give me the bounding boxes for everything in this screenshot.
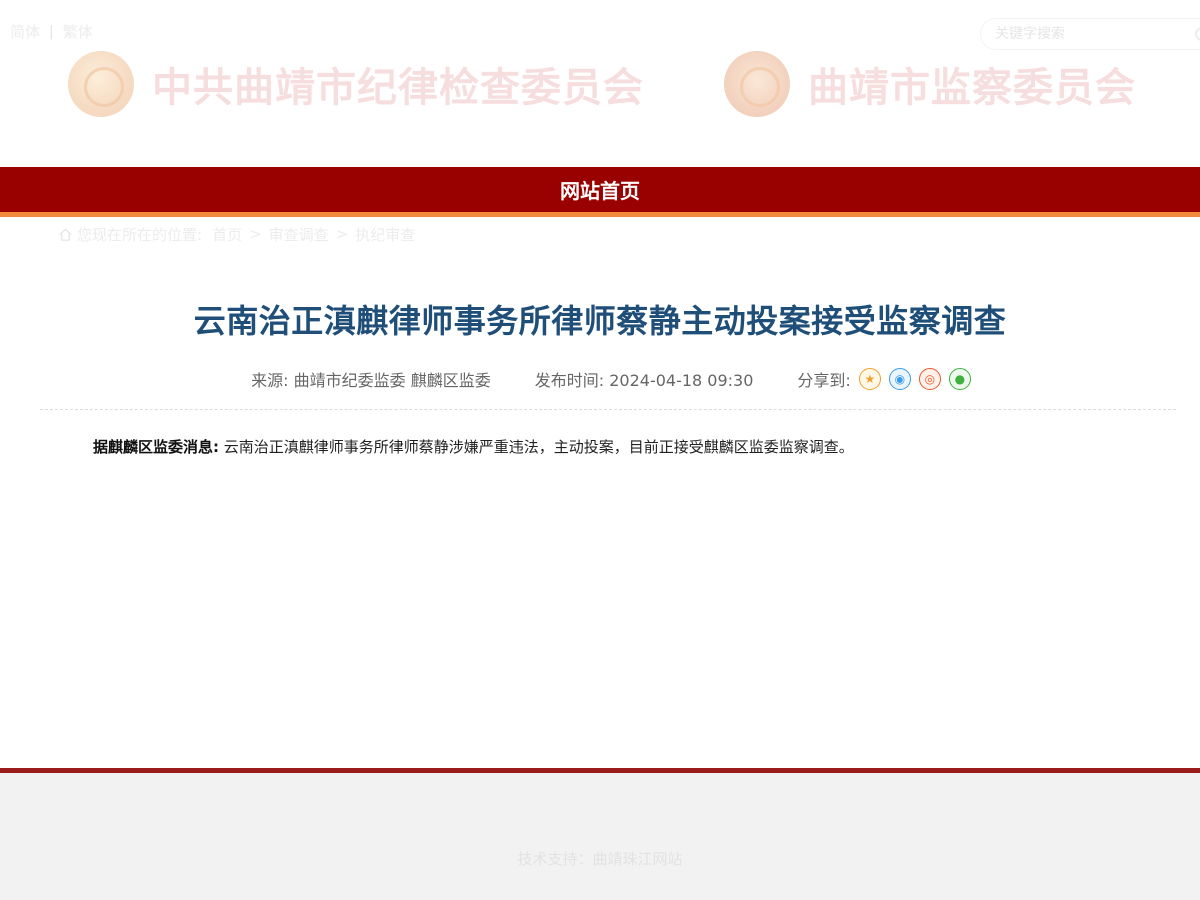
article-lead: 据麒麟区监委消息:	[93, 438, 219, 456]
lang-separator: |	[49, 23, 54, 40]
site-header: 简体 | 繁体 中共曲靖市纪律检查委员会 曲靖市监察委员会	[0, 0, 1200, 167]
party-emblem-icon	[68, 51, 134, 117]
party-commission-name: 中共曲靖市纪律检查委员会	[152, 64, 644, 111]
lang-simplified-link[interactable]: 简体	[10, 21, 40, 42]
language-switch: 简体 | 繁体	[10, 21, 93, 42]
home-icon	[59, 227, 72, 241]
lang-traditional-link[interactable]: 繁体	[63, 21, 93, 42]
breadcrumb-prefix: 您现在所在的位置:	[77, 225, 203, 244]
breadcrumb-separator: >	[249, 225, 262, 243]
article-publish-time: 发布时间: 2024-04-18 09:30	[534, 371, 754, 390]
share-label: 分享到:	[797, 371, 851, 390]
site-footer: 技术支持：曲靖珠江网站	[0, 773, 1200, 900]
share-bar: 分享到: ★ ◉ ◎ ●	[797, 367, 971, 391]
breadcrumb: 您现在所在的位置: 首页 > 审查调查 > 执纪审查	[58, 224, 415, 244]
nav-accent-line	[0, 212, 1200, 217]
breadcrumb-separator: >	[335, 225, 349, 243]
article-title: 云南治正滇麒律师事务所律师蔡静主动投案接受监察调查	[193, 302, 1007, 340]
meta-divider	[40, 409, 1176, 410]
footer-tech-support: 技术支持：曲靖珠江网站	[517, 850, 683, 868]
article-meta: 来源: 曲靖市纪委监委 麒麟区监委 发布时间: 2024-04-18 09:30…	[0, 366, 1200, 392]
article-body: 据麒麟区监委消息: 云南治正滇麒律师事务所律师蔡静涉嫌严重违法，主动投案，目前正…	[93, 436, 1113, 458]
qq-icon[interactable]: ◉	[888, 368, 911, 390]
party-commission-logo[interactable]: 中共曲靖市纪律检查委员会	[68, 46, 644, 122]
search-input[interactable]	[995, 26, 1175, 42]
wechat-icon[interactable]: ●	[948, 368, 971, 390]
supervision-commission-name: 曲靖市监察委员会	[808, 64, 1136, 111]
supervision-commission-logo[interactable]: 曲靖市监察委员会	[724, 46, 1136, 122]
article-source: 来源: 曲靖市纪委监委 麒麟区监委	[251, 371, 491, 390]
weibo-icon[interactable]: ◎	[918, 368, 941, 390]
main-nav: 网站首页	[0, 167, 1200, 212]
breadcrumb-investigation[interactable]: 审查调查	[269, 224, 329, 245]
nav-home-link[interactable]: 网站首页	[560, 175, 640, 204]
breadcrumb-home[interactable]: 首页	[212, 224, 242, 245]
star-icon[interactable]: ★	[858, 368, 881, 390]
article-text: 云南治正滇麒律师事务所律师蔡静涉嫌严重违法，主动投案，目前正接受麒麟区监委监察调…	[223, 438, 854, 456]
national-emblem-icon	[724, 51, 790, 117]
breadcrumb-discipline-review[interactable]: 执纪审查	[355, 224, 415, 245]
